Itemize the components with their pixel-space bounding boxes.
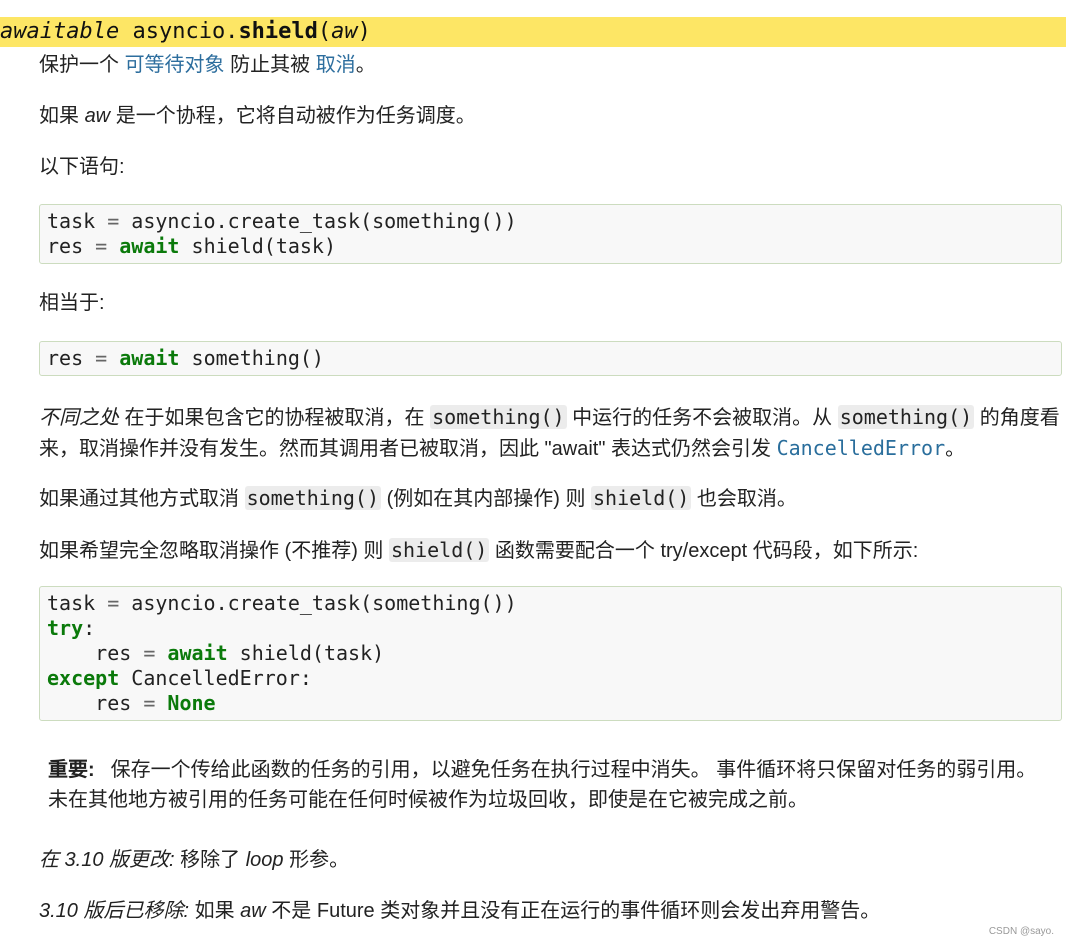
code-token: task (47, 591, 108, 615)
inline-code-shield: shield() (389, 538, 490, 562)
text: 形参。 (283, 849, 350, 871)
text: 。 (945, 438, 966, 460)
code-token: res (47, 234, 96, 258)
code-token: asyncio.create_task(something()) (119, 591, 517, 615)
text: 移除了 (174, 849, 246, 871)
coroutine-paragraph: 如果 aw 是一个协程，它将自动被作为任务调度。 (39, 101, 1064, 131)
code-token: task (47, 209, 108, 233)
code-block-1: task = asyncio.create_task(something()) … (39, 204, 1062, 264)
text: 如果希望完全忽略取消操作 (不推荐) 则 (39, 540, 389, 562)
param-aw: aw (240, 900, 266, 922)
inline-code-something: something() (244, 486, 382, 510)
function-signature: awaitable asyncio.shield(aw) (0, 17, 1066, 47)
inline-code-something: something() (430, 405, 567, 429)
signature-close-paren: ) (357, 19, 371, 44)
code-token: : (83, 616, 96, 640)
text: 防止其被 (224, 54, 316, 76)
code-operator: = (95, 346, 108, 370)
code-token: res (47, 641, 144, 665)
code-keyword: await (119, 346, 180, 370)
inline-code-shield: shield() (591, 486, 692, 510)
signature-prefix: awaitable (0, 19, 120, 44)
code-token: asyncio.create_task(something()) (119, 209, 517, 233)
other-cancel-paragraph: 如果通过其他方式取消 something() (例如在其内部操作) 则 shie… (39, 483, 1064, 514)
important-label: 重要: (48, 759, 95, 781)
code-keyword: await (167, 641, 228, 665)
inline-code-something: something() (837, 405, 975, 429)
text: 函数需要配合一个 try/except 代码段，如下所示: (489, 540, 919, 562)
code-token: CancelledError: (119, 666, 312, 690)
code-operator: = (143, 641, 156, 665)
code-token: shield(task) (227, 641, 385, 665)
text: 是一个协程，它将自动被作为任务调度。 (110, 105, 476, 127)
important-note: 重要: 保存一个传给此函数的任务的引用，以避免任务在执行过程中消失。 事件循环将只… (48, 755, 1048, 815)
version-changed-label: 在 3.10 版更改: (39, 849, 175, 871)
important-text: 保存一个传给此函数的任务的引用，以避免任务在执行过程中消失。 事件循环将只保留对… (48, 759, 1037, 811)
cancellederror-link[interactable]: CancelledError (777, 436, 946, 460)
code-block-2: res = await something() (39, 341, 1062, 376)
text: (例如在其内部操作) 则 (381, 488, 592, 510)
deprecated-label: 3.10 版后已移除: (39, 900, 190, 922)
awaitable-link[interactable]: 可等待对象 (125, 54, 225, 76)
text: 不是 Future 类对象并且没有正在运行的事件循环则会发出弃用警告。 (265, 900, 881, 922)
text: 中运行的任务不会被取消。从 (566, 407, 838, 429)
param-loop: loop (245, 849, 284, 871)
difference-emphasis: 不同之处 (39, 407, 119, 429)
code-token: res (47, 346, 96, 370)
watermark: CSDN @sayo. (988, 926, 1054, 937)
difference-paragraph: 不同之处 在于如果包含它的协程被取消，在 something() 中运行的任务不… (39, 402, 1064, 464)
code-operator: = (107, 209, 120, 233)
description-paragraph: 保护一个 可等待对象 防止其被 取消。 (39, 50, 1064, 80)
code-operator: = (143, 691, 156, 715)
signature-param: aw (331, 19, 358, 44)
text: 在于如果包含它的协程被取消，在 (119, 407, 431, 429)
code-block-3: task = asyncio.create_task(something()) … (39, 586, 1062, 721)
statement-intro: 以下语句: (39, 156, 125, 178)
code-keyword: except (47, 666, 120, 690)
signature-function-name: shield (238, 19, 318, 44)
text: 也会取消。 (691, 488, 797, 510)
code-token: shield(task) (179, 234, 337, 258)
version-changed-note: 在 3.10 版更改: 移除了 loop 形参。 (39, 845, 1064, 875)
signature-module: asyncio. (132, 19, 239, 44)
deprecated-note: 3.10 版后已移除: 如果 aw 不是 Future 类对象并且没有正在运行的… (39, 896, 1064, 926)
param-aw: aw (84, 105, 111, 127)
text: 。 (355, 54, 376, 76)
code-operator: = (107, 591, 120, 615)
equivalent-label: 相当于: (39, 292, 105, 314)
text: 如果 (189, 900, 241, 922)
code-keyword: await (119, 234, 180, 258)
code-keyword: None (167, 691, 216, 715)
code-keyword: try (47, 616, 84, 640)
cancel-link[interactable]: 取消 (316, 54, 356, 76)
text: 如果通过其他方式取消 (39, 488, 245, 510)
ignore-cancel-paragraph: 如果希望完全忽略取消操作 (不推荐) 则 shield() 函数需要配合一个 t… (39, 535, 1064, 566)
code-operator: = (95, 234, 108, 258)
code-token: something() (179, 346, 324, 370)
text: 如果 (39, 105, 85, 127)
signature-open-paren: ( (317, 19, 332, 44)
code-token: res (47, 691, 144, 715)
text: 保护一个 (39, 54, 125, 76)
